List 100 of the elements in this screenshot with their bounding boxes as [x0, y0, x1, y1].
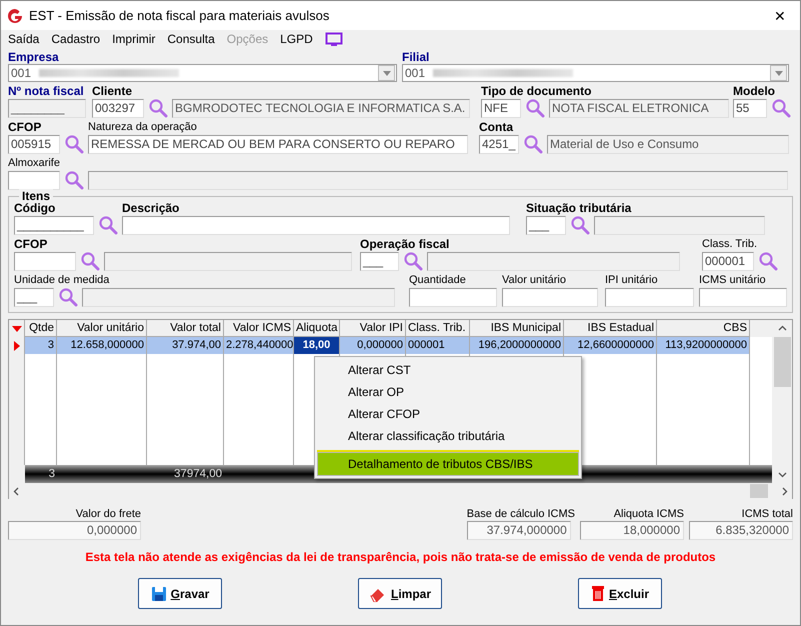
delete-button[interactable]: Excluir [578, 578, 662, 609]
field-label: Conta [479, 120, 514, 134]
menu-item[interactable]: LGPD [280, 32, 313, 46]
table-cell: 3 [25, 337, 57, 354]
menu-item[interactable]: Alterar classificação tributária [315, 425, 581, 447]
field-label: Quantidade [409, 273, 467, 287]
scroll-left-icon[interactable] [13, 486, 19, 496]
menu-item[interactable]: Cadastro [51, 32, 100, 46]
search-icon[interactable] [80, 251, 100, 271]
trash-icon [590, 585, 605, 602]
menu-item[interactable]: Consulta [167, 32, 215, 46]
field-label: Natureza da operação [88, 120, 198, 134]
app-logo-icon [7, 8, 23, 24]
search-icon[interactable] [98, 215, 118, 235]
input-field[interactable] [122, 216, 510, 234]
search-icon[interactable] [64, 134, 84, 154]
field-label: CFOP [14, 237, 48, 251]
field-label: Modelo [733, 84, 776, 98]
table-cell: 12.658,000000 [57, 337, 147, 354]
field-label: Operação fiscal [360, 237, 450, 251]
input-field[interactable] [14, 252, 76, 270]
input-field[interactable]: 0,000000 [8, 521, 141, 540]
table-cell: 000001 [406, 337, 470, 354]
dropdown-field[interactable]: 001 [8, 64, 397, 82]
field-label: Almoxarife [8, 156, 61, 170]
input-field[interactable]: ___ [526, 216, 566, 234]
table-cell: 196,2000000000 [470, 337, 564, 354]
input-field[interactable]: 18,000000 [580, 521, 684, 540]
menu-item[interactable]: Imprimir [112, 32, 156, 46]
input-field[interactable]: __________ [14, 216, 94, 234]
field-label: Valor unitário [502, 273, 567, 287]
field-label: Situação tributária [526, 201, 632, 215]
field-label: Cliente [92, 84, 134, 98]
table-row[interactable]: 3 12.658,000000 37.974,00 2.278,440000 18,00 0,000000 000001 196,2000000000 12,6600000000 113,9200000000 [9, 337, 772, 354]
table-cell: 2.278,440000 [224, 337, 294, 354]
input-field[interactable]: 003297 [92, 98, 144, 118]
menu-item[interactable]: Alterar CFOP [315, 403, 581, 425]
search-icon[interactable] [58, 287, 78, 307]
scroll-down-icon[interactable] [778, 472, 786, 478]
eraser-button[interactable]: Limpar [358, 578, 442, 609]
menu-item[interactable]: Alterar CST [315, 359, 581, 381]
search-icon[interactable] [403, 251, 423, 271]
total-value: 3 [48, 468, 55, 480]
field-label: Filial [402, 50, 430, 64]
search-icon[interactable] [523, 134, 543, 154]
field-label: Aliquota ICMS [612, 507, 684, 521]
input-field[interactable]: ___ [14, 288, 54, 306]
search-icon[interactable] [148, 98, 168, 118]
vertical-scrollbar[interactable] [772, 320, 792, 483]
field-label: Base de cálculo ICMS [466, 507, 575, 521]
input-field[interactable]: ___ [360, 252, 399, 270]
input-field[interactable] [8, 170, 60, 190]
input-field[interactable]: 37.974,000000 [466, 521, 571, 540]
input-field[interactable]: 4251_ [479, 134, 519, 154]
menu-item[interactable]: Alterar OP [315, 381, 581, 403]
field-label: Descrição [122, 201, 180, 215]
input-field[interactable]: 005915 [8, 134, 60, 154]
field-label: ICMS total [740, 507, 793, 521]
group-title: Itens [19, 189, 54, 203]
field-label: Valor do frete [74, 507, 141, 521]
search-icon[interactable] [758, 251, 778, 271]
total-value: 37974,00 [174, 468, 222, 480]
close-button[interactable]: ✕ [760, 8, 800, 24]
dropdown-field[interactable]: 001 [402, 64, 789, 82]
field-label: Tipo de documento [481, 84, 592, 98]
warning-message: Esta tela não atende as exigências da lei de transparência, pois não trata-se de emissão de venda de produtos [84, 550, 717, 564]
scroll-right-icon[interactable] [782, 486, 788, 496]
input-field[interactable]: 55 [733, 98, 767, 118]
input-field[interactable]: REMESSA DE MERCAD OU BEM PARA CONSERTO OU REPARO [88, 134, 468, 154]
monitor-icon[interactable] [324, 32, 343, 46]
search-icon[interactable] [64, 170, 84, 190]
menu-item[interactable]: Detalhamento de tributos CBS/IBS [317, 452, 579, 476]
search-icon[interactable] [525, 98, 545, 118]
search-icon[interactable] [570, 215, 590, 235]
scrollbar-thumb[interactable] [774, 337, 790, 387]
input-field[interactable] [699, 288, 787, 306]
field-label: ICMS unitário [699, 273, 767, 287]
input-field[interactable] [409, 288, 497, 306]
input-field[interactable] [605, 288, 694, 306]
scroll-up-icon[interactable] [778, 325, 786, 331]
table-cell: 0,000000 [340, 337, 406, 354]
input-field[interactable]: NFE [481, 98, 521, 118]
table-cell: 18,00 [294, 337, 340, 354]
field-label: Class. Trib. [702, 237, 758, 251]
input-field[interactable]: 6.835,320000 [689, 521, 793, 540]
input-field[interactable] [502, 288, 598, 306]
scrollbar-thumb[interactable] [750, 484, 768, 498]
row-pointer-icon [14, 340, 20, 350]
save-button[interactable]: Gravar [138, 578, 222, 609]
column-menu-icon[interactable] [9, 320, 25, 337]
menu-item[interactable]: Saída [8, 32, 40, 46]
horizontal-scrollbar[interactable] [9, 483, 792, 499]
table-cell: 12,6600000000 [564, 337, 657, 354]
field-label: IPI unitário [605, 273, 659, 287]
input-field[interactable]: 000001 [702, 252, 754, 270]
table-cell: 113,9200000000 [657, 337, 750, 354]
search-icon[interactable] [771, 98, 791, 118]
table-cell: 37.974,00 [147, 337, 224, 354]
field-label: CFOP [8, 120, 42, 134]
field-label: Nº nota fiscal [8, 84, 85, 98]
